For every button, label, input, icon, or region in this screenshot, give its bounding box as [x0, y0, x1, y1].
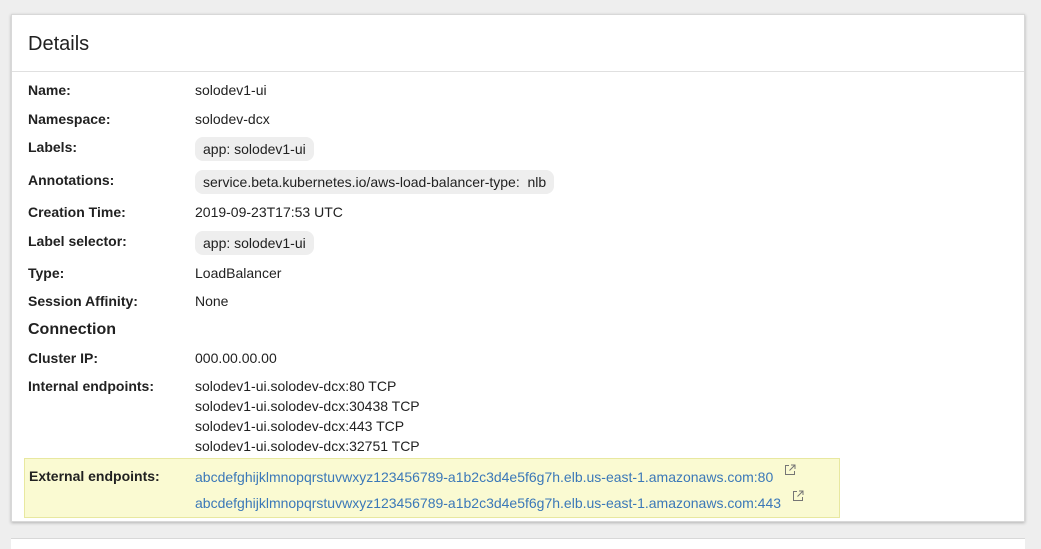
external-endpoint-link[interactable]: abcdefghijklmnopqrstuvwxyz123456789-a1b2… — [195, 469, 773, 485]
annotations-label: Annotations: — [28, 172, 115, 188]
external-endpoint-row: abcdefghijklmnopqrstuvwxyz123456789-a1b2… — [195, 464, 804, 489]
internal-endpoint: solodev1-ui.solodev-dcx:32751 TCP — [195, 438, 420, 454]
session-affinity-value: None — [195, 293, 229, 309]
connection-title: Connection — [28, 321, 116, 338]
open-in-new-icon[interactable] — [792, 490, 804, 502]
annotations-value: service.beta.kubernetes.io/aws-load-bala… — [195, 170, 555, 194]
external-endpoints-list: abcdefghijklmnopqrstuvwxyz123456789-a1b2… — [195, 464, 804, 515]
namespace-label: Namespace: — [28, 111, 111, 127]
external-endpoint-row: abcdefghijklmnopqrstuvwxyz123456789-a1b2… — [195, 490, 804, 515]
label-chip: app: solodev1-ui — [195, 137, 314, 161]
cluster-ip-label: Cluster IP: — [28, 350, 99, 366]
type-label: Type: — [28, 265, 65, 281]
type-value: LoadBalancer — [195, 265, 282, 281]
session-affinity-label: Session Affinity: — [28, 293, 138, 309]
labels-label: Labels: — [28, 139, 78, 155]
name-value: solodev1-ui — [195, 82, 267, 98]
namespace-value: solodev-dcx — [195, 111, 270, 127]
external-endpoint-link[interactable]: abcdefghijklmnopqrstuvwxyz123456789-a1b2… — [195, 495, 781, 511]
cluster-ip-value: 000.00.00.00 — [195, 350, 277, 366]
internal-endpoints-label: Internal endpoints: — [28, 378, 154, 394]
external-endpoints-label: External endpoints: — [29, 468, 160, 484]
creation-time-label: Creation Time: — [28, 204, 126, 220]
name-label: Name: — [28, 82, 71, 98]
selector-chip: app: solodev1-ui — [195, 231, 314, 255]
open-in-new-icon[interactable] — [784, 464, 796, 476]
labels-value: app: solodev1-ui — [195, 137, 314, 161]
internal-endpoint: solodev1-ui.solodev-dcx:80 TCP — [195, 378, 397, 394]
internal-endpoints-list: solodev1-ui.solodev-dcx:80 TCP solodev1-… — [195, 376, 420, 456]
card-header: Details — [12, 15, 1024, 72]
details-card: Details Name: solodev1-ui Namespace: sol… — [11, 14, 1025, 522]
creation-time-value: 2019-09-23T17:53 UTC — [195, 204, 343, 220]
internal-endpoint: solodev1-ui.solodev-dcx:30438 TCP — [195, 398, 420, 414]
label-selector-value: app: solodev1-ui — [195, 231, 314, 255]
label-selector-label: Label selector: — [28, 233, 127, 249]
card-title: Details — [28, 32, 90, 55]
annotation-chip: service.beta.kubernetes.io/aws-load-bala… — [195, 170, 555, 194]
internal-endpoint: solodev1-ui.solodev-dcx:443 TCP — [195, 418, 405, 434]
external-endpoints-highlight: External endpoints: abcdefghijklmnopqrst… — [24, 458, 840, 518]
